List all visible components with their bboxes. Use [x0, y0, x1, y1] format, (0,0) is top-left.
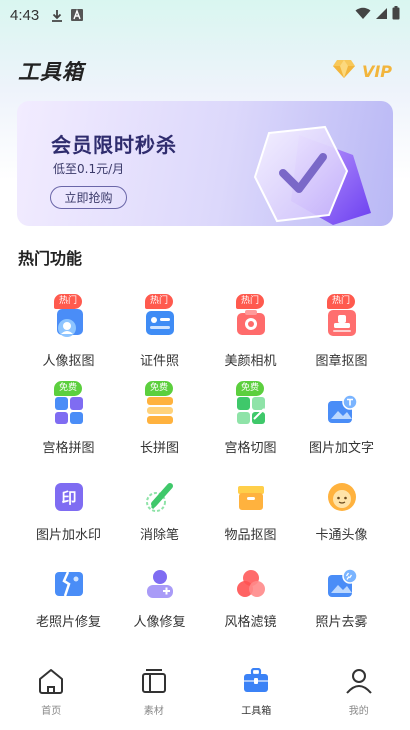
tool-label: 证件照: [139, 354, 179, 369]
tool-label: 人像修复: [133, 615, 186, 630]
vip-label: VIP: [361, 61, 392, 81]
status-bar: 4:43: [0, 0, 410, 30]
old-photo-repair-icon: [52, 567, 86, 601]
header: 工具箱 VIP: [18, 56, 392, 86]
hot-badge: 热门: [145, 294, 174, 309]
materials-icon: [140, 668, 168, 698]
beauty-camera-icon: [234, 306, 268, 340]
free-badge: 免费: [236, 381, 265, 396]
svg-text:印: 印: [61, 489, 76, 507]
tool-object-cutout[interactable]: 物品抠图: [205, 474, 296, 543]
tab-label: 我的: [348, 706, 369, 717]
free-badge: 免费: [145, 381, 174, 396]
tool-label: 美颜相机: [224, 354, 277, 369]
hot-badge: 热门: [54, 294, 83, 309]
tool-eraser-pen[interactable]: 消除笔: [114, 474, 205, 543]
grid-cut-icon: [234, 393, 268, 427]
tool-label: 图章抠图: [315, 354, 368, 369]
cartoon-avatar-icon: [325, 480, 359, 514]
tool-label: 物品抠图: [224, 528, 277, 543]
checkmark-shield-icon: [221, 121, 381, 226]
stamp-cutout-icon: [325, 306, 359, 340]
tool-portrait-repair[interactable]: 人像修复: [114, 561, 205, 630]
grid-collage-icon: [52, 393, 86, 427]
tool-grid: 热门 人像抠图 热门 证件照 热门 美颜相机 热门 图章抠图 免费 宫格拼图 免…: [0, 294, 410, 630]
tool-label: 人像抠图: [42, 354, 95, 369]
tool-beauty-camera[interactable]: 热门 美颜相机: [205, 294, 296, 369]
tool-label: 照片去雾: [315, 615, 368, 630]
tool-id-photo[interactable]: 热门 证件照: [114, 294, 205, 369]
eraser-pen-icon: [143, 480, 177, 514]
tool-watermark[interactable]: 印 图片加水印: [23, 474, 114, 543]
tool-grid-cut[interactable]: 免费 宫格切图: [205, 381, 296, 456]
banner-title: 会员限时秒杀: [51, 133, 177, 157]
tool-label: 长拼图: [139, 441, 179, 456]
tool-cartoon-avatar[interactable]: 卡通头像: [296, 474, 387, 543]
tool-style-filter[interactable]: 风格滤镜: [205, 561, 296, 630]
id-photo-icon: [143, 306, 177, 340]
portrait-cutout-icon: [52, 306, 86, 340]
buy-now-button[interactable]: 立即抢购: [50, 186, 127, 209]
style-filter-icon: [234, 567, 268, 601]
tool-label: 图片加文字: [308, 441, 374, 456]
tab-materials[interactable]: 素材: [103, 660, 206, 720]
toolbox-icon: [242, 667, 270, 698]
object-cutout-icon: [234, 480, 268, 514]
tool-stamp-cutout[interactable]: 热门 图章抠图: [296, 294, 387, 369]
page-title: 工具箱: [18, 60, 84, 84]
bottom-tab-bar: 首页 素材 工具箱 我的: [0, 660, 410, 720]
status-time: 4:43: [10, 6, 40, 24]
tool-old-photo-repair[interactable]: 老照片修复: [23, 561, 114, 630]
tool-label: 宫格拼图: [42, 441, 95, 456]
tab-toolbox[interactable]: 工具箱: [205, 660, 308, 720]
vip-button[interactable]: VIP: [332, 59, 392, 83]
tool-label: 老照片修复: [35, 615, 101, 630]
tool-long-collage[interactable]: 免费 长拼图: [114, 381, 205, 456]
tool-label: 消除笔: [139, 528, 179, 543]
free-badge: 免费: [54, 381, 83, 396]
battery-icon: [392, 6, 400, 24]
notification-a-icon: [71, 9, 84, 21]
hot-badge: 热门: [327, 294, 356, 309]
dehaze-icon: [325, 567, 359, 601]
tool-dehaze[interactable]: 照片去雾: [296, 561, 387, 630]
signal-icon: [375, 7, 388, 24]
tab-label: 工具箱: [241, 706, 272, 717]
tab-home[interactable]: 首页: [0, 660, 103, 720]
tool-label: 卡通头像: [315, 528, 368, 543]
tool-label: 宫格切图: [224, 441, 277, 456]
section-title: 热门功能: [18, 249, 83, 268]
wifi-icon: [355, 7, 371, 24]
tool-grid-collage[interactable]: 免费 宫格拼图: [23, 381, 114, 456]
download-icon: [51, 9, 63, 22]
promo-banner[interactable]: 会员限时秒杀 低至0.1元/月 立即抢购: [17, 101, 393, 226]
portrait-repair-icon: [143, 567, 177, 601]
profile-icon: [345, 668, 373, 698]
tool-label: 风格滤镜: [224, 615, 277, 630]
tool-add-text[interactable]: 图片加文字: [296, 387, 387, 456]
home-icon: [37, 668, 65, 698]
tool-label: 图片加水印: [35, 528, 101, 543]
tab-label: 首页: [41, 706, 62, 717]
add-text-icon: [325, 393, 359, 427]
tool-portrait-cutout[interactable]: 热门 人像抠图: [23, 294, 114, 369]
watermark-icon: 印: [52, 480, 86, 514]
tab-label: 素材: [143, 706, 164, 717]
diamond-icon: [332, 59, 356, 83]
long-collage-icon: [143, 393, 177, 427]
hot-badge: 热门: [236, 294, 265, 309]
banner-subtitle: 低至0.1元/月: [53, 162, 125, 176]
tab-profile[interactable]: 我的: [308, 660, 410, 720]
